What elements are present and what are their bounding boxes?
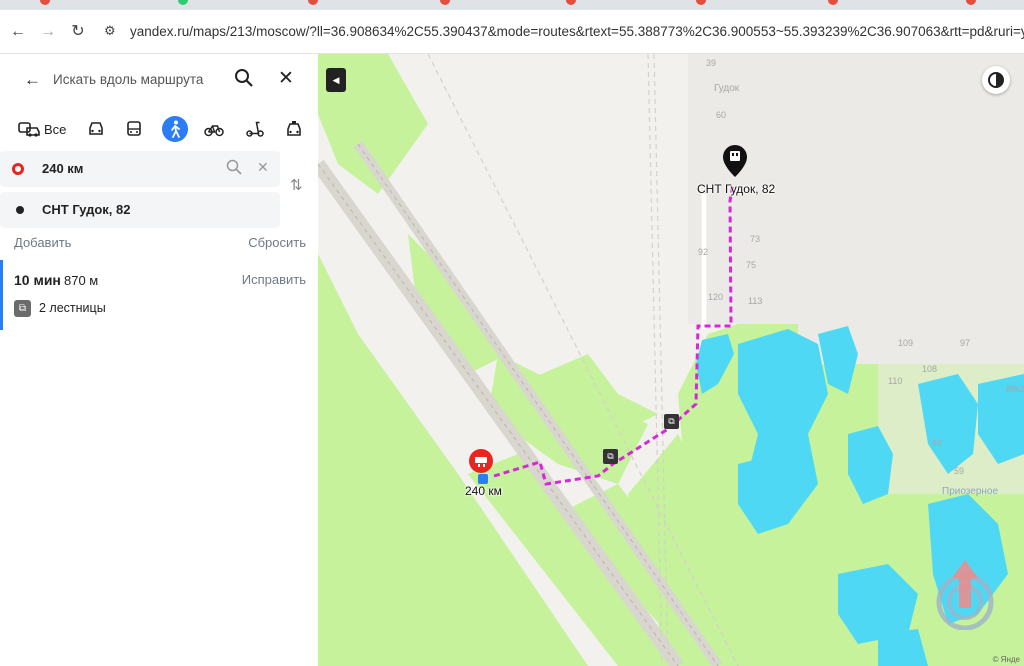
route-option[interactable]: 10 мин 870 м Исправить ⧉ 2 лестницы [0, 260, 318, 330]
house-number: 39 [706, 58, 717, 68]
route-to-label: СНТ Гудок, 82 [42, 202, 131, 217]
mode-taxi[interactable] [285, 116, 303, 142]
mode-pedestrian[interactable] [162, 116, 188, 142]
house-number: 113 [748, 296, 763, 306]
browser-tab[interactable] [566, 0, 576, 8]
add-point-button[interactable]: Добавить [14, 235, 71, 250]
collapse-panel-button[interactable]: ◀ [326, 68, 346, 92]
mode-all-label: Все [44, 121, 67, 137]
browser-tab[interactable] [40, 0, 50, 8]
reset-button[interactable]: Сбросить [248, 235, 306, 250]
route-distance: 870 м [64, 273, 99, 288]
train-stop-icon [478, 474, 488, 484]
house-number: 73 [750, 234, 761, 244]
fix-route-button[interactable]: Исправить [242, 272, 306, 287]
house-number: 108 [922, 364, 938, 374]
mode-car[interactable] [87, 116, 105, 142]
all-transport-icon [18, 122, 40, 137]
pedestrian-icon [171, 120, 180, 138]
area-label: Гудок [714, 83, 740, 94]
route-actions: Добавить Сбросить [14, 235, 306, 250]
mode-bicycle[interactable] [204, 116, 224, 142]
route-point-from[interactable]: 240 км ✕ [0, 151, 280, 187]
back-icon[interactable]: ← [8, 22, 28, 42]
house-number: 109 [898, 338, 914, 348]
destination-pin-icon[interactable] [721, 144, 749, 185]
house-number: 60 [716, 110, 727, 120]
map-canvas [318, 54, 1024, 666]
site-settings-icon[interactable]: ⚙ [104, 23, 120, 39]
browser-tab[interactable] [828, 0, 838, 8]
reload-icon[interactable]: ↻ [68, 22, 88, 42]
house-number: 62 [932, 438, 943, 448]
house-number: 88к2 [1006, 384, 1024, 394]
stairs-marker-icon[interactable]: ⧉ [603, 449, 618, 464]
house-number: 97 [960, 338, 971, 348]
map-view[interactable]: ◀ СНТ Гудок, 82 240 км ⧉ ⧉ Гудок Приозер… [318, 54, 1024, 666]
stairs-marker-icon[interactable]: ⧉ [664, 414, 679, 429]
mode-scooter[interactable] [246, 116, 264, 142]
route-search-input[interactable]: Искать вдоль маршрута [53, 72, 203, 87]
bicycle-icon [204, 125, 224, 137]
address-bar[interactable]: yandex.ru/maps/213/moscow/?ll=36.908634%… [130, 24, 1024, 39]
route-from-label: 240 км [42, 161, 84, 176]
taxi-icon [287, 121, 301, 136]
house-number: 110 [888, 376, 903, 386]
tab-strip [0, 0, 1024, 10]
back-arrow-icon[interactable]: ← [24, 70, 41, 90]
browser-tab[interactable] [308, 0, 318, 8]
browser-tab[interactable] [696, 0, 706, 8]
origin-marker-icon [12, 163, 24, 175]
origin-map-label: 240 км [465, 484, 502, 498]
route-stairs-count: 2 лестницы [39, 301, 106, 315]
house-number: 59 [954, 466, 965, 476]
house-number: 92 [698, 247, 709, 257]
mode-all[interactable]: Все [18, 116, 66, 142]
search-icon[interactable] [234, 68, 254, 93]
browser-tab[interactable] [178, 0, 188, 8]
swap-points-icon[interactable]: ⇅ [290, 176, 303, 194]
house-number: 75 [746, 260, 757, 270]
route-time: 10 мин [14, 272, 61, 288]
close-icon[interactable]: ✕ [278, 67, 294, 90]
route-point-to[interactable]: СНТ Гудок, 82 [0, 192, 280, 228]
browser-tab[interactable] [966, 0, 976, 8]
area-label-2: Приозерное [942, 486, 999, 497]
bus-icon [127, 120, 141, 136]
browser-tab[interactable] [440, 0, 450, 8]
route-search-row: ← Искать вдоль маршрута ✕ [0, 62, 318, 98]
map-copyright: © Янде [992, 655, 1020, 664]
transport-modes: Все [0, 112, 318, 146]
route-panel: ← Искать вдоль маршрута ✕ Все 240 км ✕ ⇅… [0, 54, 318, 666]
mode-bus[interactable] [126, 116, 142, 142]
layers-button[interactable] [982, 66, 1010, 94]
point-search-icon[interactable] [226, 159, 242, 178]
house-number: 120 [708, 292, 724, 302]
stairs-icon: ⧉ [14, 300, 31, 317]
layers-icon [988, 72, 1004, 88]
scooter-icon [246, 121, 264, 137]
car-icon [89, 122, 103, 135]
forward-icon[interactable]: → [38, 22, 58, 42]
clear-point-icon[interactable]: ✕ [257, 159, 269, 176]
destination-dot-icon [16, 206, 24, 214]
destination-map-label: СНТ Гудок, 82 [697, 182, 776, 196]
watermark-logo-icon [930, 558, 1000, 631]
browser-toolbar: ← → ↻ ⚙ yandex.ru/maps/213/moscow/?ll=36… [0, 10, 1024, 54]
